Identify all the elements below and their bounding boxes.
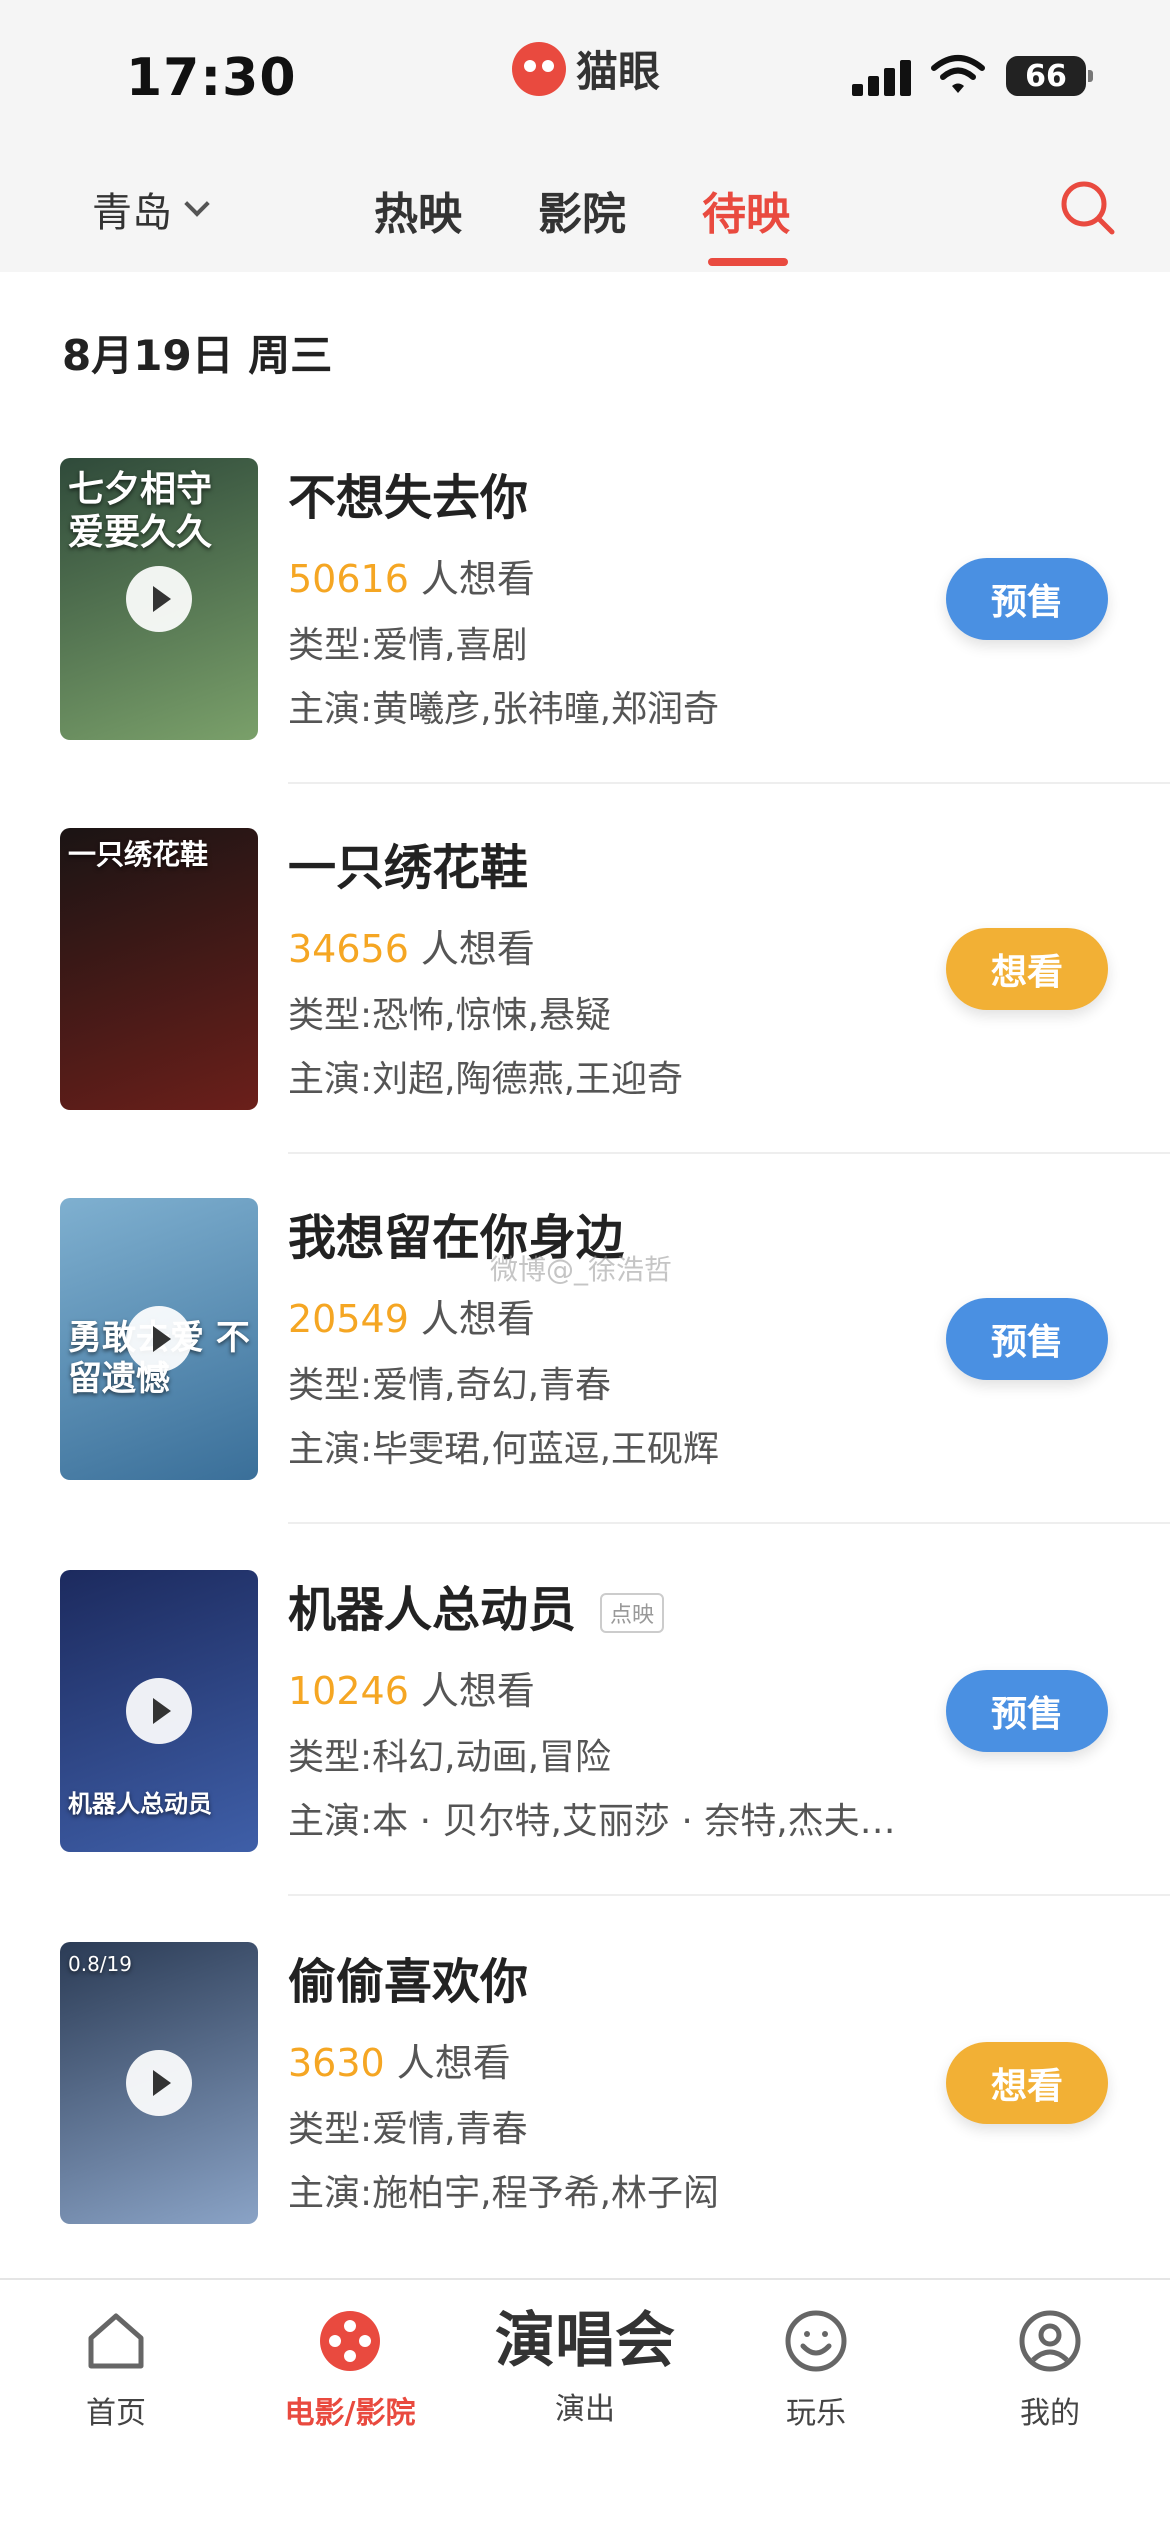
presale-button[interactable]: 预售 — [946, 1670, 1108, 1752]
preview-screening-tag: 点映 — [600, 1593, 665, 1633]
status-time: 17:30 — [126, 48, 297, 108]
movie-poster[interactable]: 一只绣花鞋 — [60, 828, 258, 1110]
tab-label: 玩乐 — [786, 2396, 846, 2431]
want-number: 3630 — [288, 2041, 385, 2085]
want-suffix: 人想看 — [420, 927, 535, 971]
status-bar: 17:30 猫眼 66 — [0, 0, 1170, 150]
tab-entertainment[interactable]: 玩乐 — [726, 2306, 906, 2432]
active-tab-indicator — [708, 258, 788, 266]
play-icon[interactable] — [126, 566, 192, 632]
movie-genre: 类型:爱情,奇幻,青春 — [288, 1365, 612, 1406]
play-icon[interactable] — [126, 1678, 192, 1744]
movie-cast: 主演:黄曦彦,张祎曈,郑润奇 — [288, 689, 720, 730]
want-number: 34656 — [288, 927, 409, 971]
movie-poster[interactable]: 七夕相守 爱要久久 — [60, 458, 258, 740]
divider — [288, 1894, 1170, 1896]
movie-item[interactable]: 一只绣花鞋 一只绣花鞋 34656 人想看 类型:恐怖,惊悚,悬疑 主演:刘超,陶… — [0, 828, 1170, 1198]
movie-title-text: 偷偷喜欢你 — [288, 1954, 529, 2010]
want-suffix: 人想看 — [420, 1297, 535, 1341]
concert-banner: 演唱会 — [495, 2306, 675, 2376]
movie-poster[interactable]: 0.8/19 — [60, 1942, 258, 2224]
movie-genre: 类型:爱情,青春 — [288, 2109, 528, 2150]
bottom-tab-bar: 首页 电影/影院 演唱会 演出 玩乐 我的 — [0, 2278, 1170, 2532]
city-label: 青岛 — [92, 190, 172, 236]
smile-icon — [785, 2310, 847, 2372]
film-reel-icon — [320, 2311, 380, 2371]
poster-text: 机器人总动员 — [68, 1790, 212, 1818]
city-selector[interactable]: 青岛 — [92, 180, 210, 238]
watermark: 微博@_徐浩哲 — [490, 1253, 673, 1286]
movie-cast: 主演:施柏宇,程予希,林子闳 — [288, 2173, 720, 2214]
want-to-see-button[interactable]: 想看 — [946, 928, 1108, 1010]
want-count: 34656 人想看 — [288, 918, 535, 973]
movie-genre: 类型:科幻,动画,冒险 — [288, 1737, 612, 1778]
divider — [288, 1522, 1170, 1524]
movie-title: 不想失去你 — [288, 458, 528, 528]
want-suffix: 人想看 — [420, 1669, 535, 1713]
tab-home[interactable]: 首页 — [26, 2306, 206, 2432]
play-icon[interactable] — [126, 1306, 192, 1372]
user-icon — [1019, 2310, 1081, 2372]
movie-poster[interactable]: 勇敢去爱 不留遗憾 — [60, 1198, 258, 1480]
movie-genre: 类型:爱情,喜剧 — [288, 625, 528, 666]
divider — [288, 1152, 1170, 1154]
movie-title: 机器人总动员 点映 — [288, 1570, 665, 1640]
want-suffix: 人想看 — [420, 557, 535, 601]
movie-item[interactable]: 七夕相守 爱要久久 不想失去你 50616 人想看 类型:爱情,喜剧 主演:黄曦彦… — [0, 458, 1170, 828]
play-icon[interactable] — [126, 2050, 192, 2116]
presale-button[interactable]: 预售 — [946, 558, 1108, 640]
want-count: 3630 人想看 — [288, 2032, 511, 2087]
tab-movies-cinemas[interactable]: 电影/影院 — [260, 2306, 440, 2432]
want-number: 50616 — [288, 557, 409, 601]
poster-text: 七夕相守 爱要久久 — [68, 469, 213, 554]
movie-poster[interactable]: 机器人总动员 — [60, 1570, 258, 1852]
want-number: 20549 — [288, 1297, 409, 1341]
search-icon[interactable] — [1058, 178, 1118, 238]
wifi-icon — [931, 55, 985, 93]
tab-label: 演出 — [555, 2392, 615, 2427]
want-count: 10246 人想看 — [288, 1660, 535, 1715]
want-count: 50616 人想看 — [288, 548, 535, 603]
tab-cinemas[interactable]: 影院 — [538, 178, 626, 242]
tab-now-showing[interactable]: 热映 — [374, 178, 462, 242]
tab-coming-soon[interactable]: 待映 — [702, 178, 790, 242]
tab-label: 电影/影院 — [284, 2396, 416, 2431]
movie-title-text: 一只绣花鞋 — [288, 840, 529, 896]
movie-item[interactable]: 0.8/19 偷偷喜欢你 3630 人想看 类型:爱情,青春 主演:施柏宇,程予希… — [0, 1942, 1170, 2312]
want-count: 20549 人想看 — [288, 1288, 535, 1343]
want-suffix: 人想看 — [396, 2041, 511, 2085]
tab-shows[interactable]: 演唱会 演出 — [495, 2306, 675, 2428]
brand: 猫眼 — [512, 38, 660, 99]
want-to-see-button[interactable]: 想看 — [946, 2042, 1108, 2124]
tab-profile[interactable]: 我的 — [960, 2306, 1140, 2432]
cellular-signal-icon — [852, 60, 912, 96]
tab-label: 我的 — [1020, 2396, 1080, 2431]
movie-title: 偷偷喜欢你 — [288, 1942, 528, 2012]
brand-name: 猫眼 — [576, 47, 661, 96]
top-nav: 青岛 热映 影院 待映 — [0, 150, 1170, 272]
movie-title: 一只绣花鞋 — [288, 828, 528, 898]
movie-item[interactable]: 机器人总动员 机器人总动员 点映 10246 人想看 类型:科幻,动画,冒险 主演:… — [0, 1570, 1170, 1940]
movie-cast: 主演:毕雯珺,何蓝逗,王砚辉 — [288, 1429, 720, 1470]
movie-cast: 主演:刘超,陶德燕,王迎奇 — [288, 1059, 684, 1100]
presale-button[interactable]: 预售 — [946, 1298, 1108, 1380]
poster-text: 一只绣花鞋 — [68, 838, 209, 871]
movie-title-text: 不想失去你 — [288, 470, 529, 526]
tab-label: 首页 — [86, 2396, 146, 2431]
date-header: 8月19日 周三 — [62, 331, 333, 380]
battery-icon: 66 — [1006, 56, 1093, 96]
home-icon — [88, 2313, 144, 2369]
chevron-down-icon — [184, 191, 210, 217]
movie-genre: 类型:恐怖,惊悚,悬疑 — [288, 995, 612, 1036]
movie-title-text: 机器人总动员 — [288, 1582, 577, 1638]
movie-cast: 主演:本 · 贝尔特,艾丽莎 · 奈特,杰夫… — [288, 1801, 896, 1842]
cat-logo-icon — [512, 41, 566, 96]
want-number: 10246 — [288, 1669, 409, 1713]
poster-text: 0.8/19 — [68, 1952, 132, 1976]
divider — [288, 782, 1170, 784]
